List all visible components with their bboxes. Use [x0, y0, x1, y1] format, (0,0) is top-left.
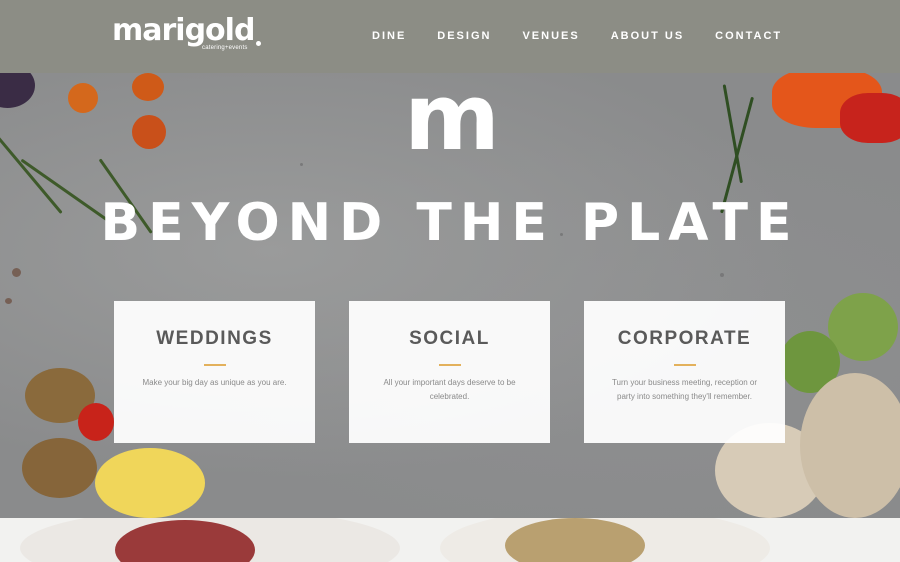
- card-title: CORPORATE: [617, 328, 752, 349]
- nav-contact[interactable]: CONTACT: [715, 30, 782, 42]
- site-header: marigold catering+events DINE DESIGN VEN…: [0, 0, 900, 73]
- card-divider: [438, 364, 461, 366]
- hero-title: BEYOND THE PLATE: [100, 193, 800, 253]
- card-description: Turn your business meeting, reception or…: [611, 378, 758, 401]
- lemon-slice-image: [95, 448, 205, 518]
- mushroom-image: [800, 373, 900, 518]
- texture-speck: [720, 273, 724, 277]
- nav-design[interactable]: DESIGN: [437, 30, 491, 42]
- card-title: WEDDINGS: [156, 328, 273, 349]
- sunchoke-image: [22, 438, 97, 498]
- card-social[interactable]: SOCIAL All your important days deserve t…: [349, 301, 550, 443]
- texture-speck: [5, 298, 12, 304]
- food-gallery-strip: [0, 518, 900, 562]
- brand-tagline: catering+events: [202, 45, 248, 51]
- nav-dine[interactable]: DINE: [372, 30, 406, 42]
- brand-logo[interactable]: marigold catering+events: [112, 13, 261, 51]
- card-weddings[interactable]: WEDDINGS Make your big day as unique as …: [114, 301, 315, 443]
- card-divider: [673, 364, 696, 366]
- tomatillo-image: [828, 293, 898, 361]
- card-description: Make your big day as unique as you are.: [142, 378, 287, 387]
- card-description: All your important days deserve to be ce…: [383, 378, 516, 401]
- main-nav: DINE DESIGN VENUES ABOUT US CONTACT: [372, 30, 813, 42]
- logo-dot: [256, 41, 261, 46]
- nav-about-us[interactable]: ABOUT US: [611, 30, 684, 42]
- card-divider: [203, 364, 226, 366]
- brand-name: marigold: [112, 13, 255, 48]
- texture-speck: [12, 268, 21, 277]
- card-corporate[interactable]: CORPORATE Turn your business meeting, re…: [584, 301, 785, 443]
- hero-section: m BEYOND THE PLATE WEDDINGS Make your bi…: [0, 73, 900, 518]
- cherry-tomato-image: [78, 403, 114, 441]
- texture-speck: [300, 163, 303, 166]
- nav-venues[interactable]: VENUES: [522, 30, 579, 42]
- hero-monogram: m: [404, 73, 500, 171]
- card-title: SOCIAL: [409, 328, 490, 349]
